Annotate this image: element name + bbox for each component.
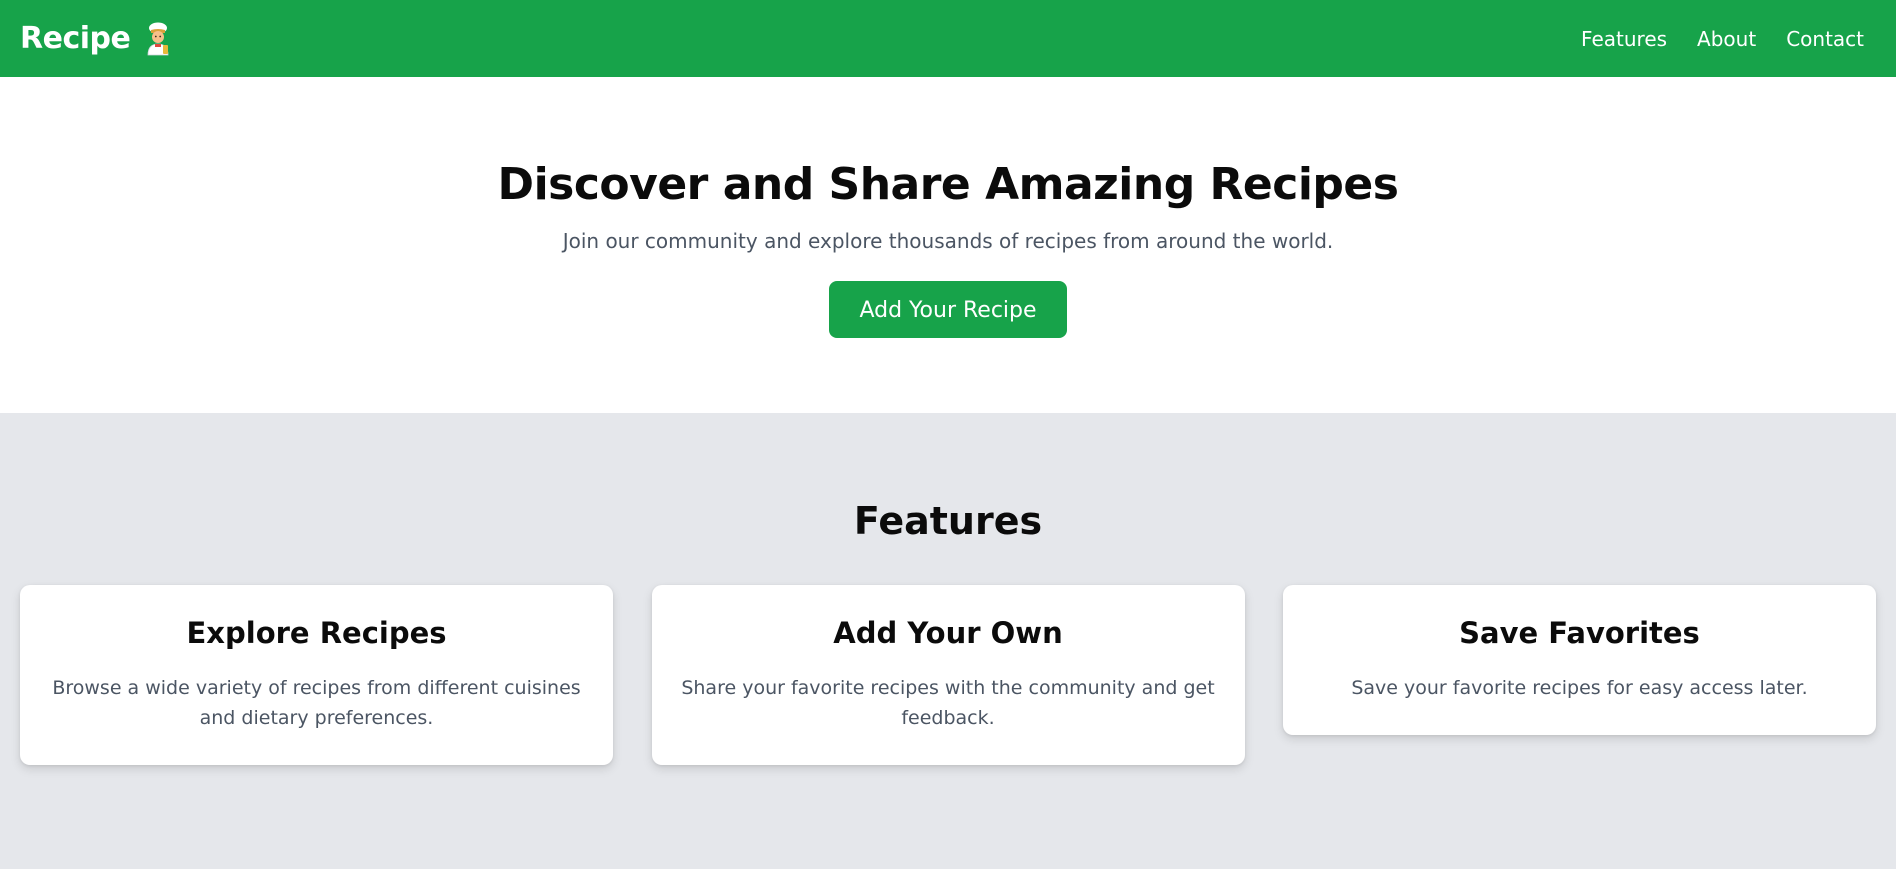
feature-card-save: Save Favorites Save your favorite recipe…	[1283, 585, 1876, 735]
features-title: Features	[853, 499, 1043, 543]
features-section: Features Explore Recipes Browse a wide v…	[0, 413, 1896, 869]
feature-card-title: Add Your Own	[833, 616, 1063, 650]
feature-card-text: Share your favorite recipes with the com…	[681, 677, 1215, 729]
feature-card-text: Save your favorite recipes for easy acce…	[1351, 677, 1808, 699]
navbar: Recipe Features About Contact	[0, 0, 1896, 77]
hero-subtitle: Join our community and explore thousands…	[562, 229, 1334, 253]
chef-icon	[144, 22, 172, 56]
feature-cards: Explore Recipes Browse a wide variety of…	[0, 585, 1896, 765]
brand-logo[interactable]: Recipe	[20, 21, 172, 56]
add-recipe-button[interactable]: Add Your Recipe	[829, 281, 1067, 338]
nav-link-about[interactable]: About	[1697, 27, 1756, 51]
hero-section: Discover and Share Amazing Recipes Join …	[0, 77, 1896, 413]
feature-card-title: Save Favorites	[1459, 616, 1700, 650]
nav-links: Features About Contact	[1551, 27, 1864, 51]
nav-link-features[interactable]: Features	[1581, 27, 1667, 51]
feature-card-text: Browse a wide variety of recipes from di…	[52, 677, 581, 729]
nav-link-contact[interactable]: Contact	[1786, 27, 1864, 51]
feature-card-explore: Explore Recipes Browse a wide variety of…	[20, 585, 613, 765]
feature-card-add: Add Your Own Share your favorite recipes…	[651, 585, 1245, 765]
hero-title: Discover and Share Amazing Recipes	[497, 159, 1399, 210]
feature-card-title: Explore Recipes	[186, 616, 447, 650]
brand-name: Recipe	[20, 21, 131, 56]
